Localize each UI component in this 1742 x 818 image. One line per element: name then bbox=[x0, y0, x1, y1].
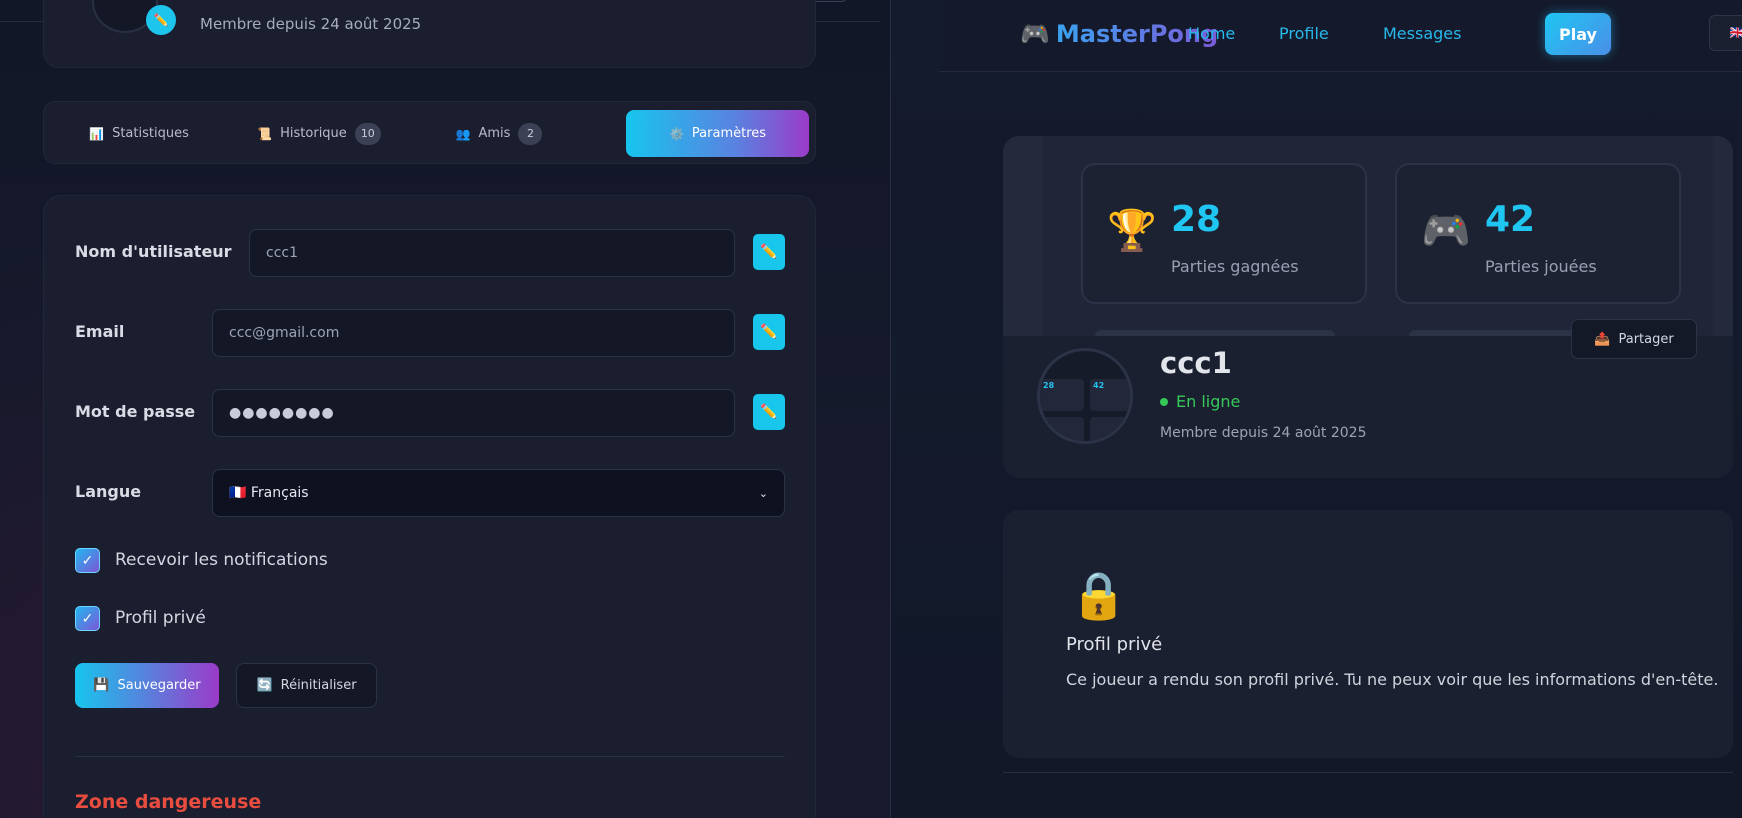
email-field[interactable]: ccc@gmail.com bbox=[212, 309, 735, 357]
edit-username-button[interactable]: ✏️ bbox=[753, 234, 785, 270]
avatar-badge: ✏️ bbox=[146, 5, 176, 35]
password-field[interactable]: ●●●●●●●● bbox=[212, 389, 735, 437]
tab-label: Historique bbox=[280, 126, 347, 141]
profile-card: 🏆 28 Parties gagnées 🎮 42 Parties jouées… bbox=[1003, 136, 1733, 478]
private-profile-notice: 🔒 Profil privé Ce joueur a rendu son pro… bbox=[1003, 510, 1733, 758]
tab-statistics[interactable]: 📊 Statistiques bbox=[54, 110, 224, 157]
save-button[interactable]: 💾 Sauvegarder bbox=[75, 663, 219, 708]
danger-zone-title: Zone dangereuse bbox=[75, 791, 262, 813]
language-select[interactable]: 🇫🇷 Français ⌄ bbox=[212, 469, 785, 517]
profile-username: ccc1 bbox=[1160, 346, 1232, 380]
stat-value: 42 bbox=[1485, 199, 1536, 240]
chart-icon: 📊 bbox=[89, 126, 105, 141]
avatar-thumb-text: 28 bbox=[1043, 381, 1055, 390]
nav-profile[interactable]: Profile bbox=[1279, 24, 1329, 43]
notifications-label: Recevoir les notifications bbox=[115, 550, 328, 570]
username-field[interactable]: ccc1 bbox=[249, 229, 735, 277]
avatar-thumb-text: 42 bbox=[1093, 381, 1105, 390]
divider bbox=[1003, 772, 1733, 773]
private-profile-checkbox[interactable]: ✓ bbox=[75, 606, 100, 631]
private-title: Profil privé bbox=[1066, 634, 1163, 655]
gamepad-icon: 🎮 bbox=[1421, 208, 1471, 254]
profile-tabs: 📊 Statistiques 📜 Historique 10 👥 Amis 2 … bbox=[43, 101, 816, 164]
refresh-icon: 🔄 bbox=[256, 678, 273, 693]
chevron-down-icon: ⌄ bbox=[758, 486, 768, 500]
email-label: Email bbox=[75, 322, 125, 341]
lock-icon: 🔒 bbox=[1070, 568, 1128, 622]
save-label: Sauvegarder bbox=[117, 678, 201, 693]
language-value: 🇫🇷 Français bbox=[229, 485, 309, 501]
settings-form: Nom d'utilisateur ccc1 ✏️ Email ccc@gmai… bbox=[43, 195, 816, 818]
nav-home[interactable]: Home bbox=[1188, 24, 1235, 43]
settings-pane: ✏️ Membre depuis 24 août 2025 📊 Statisti… bbox=[0, 0, 890, 818]
status-text: En ligne bbox=[1176, 392, 1241, 411]
avatar: 28 42 bbox=[1037, 348, 1133, 444]
public-profile-pane: 🎮 MasterPong Home Profile Messages Play … bbox=[891, 0, 1742, 818]
check-icon: ✓ bbox=[81, 610, 94, 627]
tab-label: Paramètres bbox=[691, 126, 767, 141]
gear-icon: ⚙️ bbox=[668, 126, 684, 141]
floppy-icon: 💾 bbox=[93, 678, 110, 693]
count-badge: 10 bbox=[354, 122, 381, 145]
edit-email-button[interactable]: ✏️ bbox=[753, 314, 785, 350]
check-icon: ✓ bbox=[81, 552, 94, 569]
tab-settings[interactable]: ⚙️ Paramètres bbox=[626, 110, 809, 157]
member-since: Membre depuis 24 août 2025 bbox=[200, 15, 422, 33]
stat-card-games: 🎮 42 Parties jouées bbox=[1395, 163, 1681, 304]
language-button[interactable]: 🇬🇧 EN bbox=[1709, 15, 1742, 51]
pencil-icon: ✏️ bbox=[760, 324, 778, 340]
gamepad-icon: 🎮 bbox=[1020, 20, 1050, 48]
profile-banner: 🏆 28 Parties gagnées 🎮 42 Parties jouées bbox=[1003, 136, 1733, 336]
friends-icon: 👥 bbox=[455, 126, 471, 141]
online-status: En ligne bbox=[1160, 392, 1240, 411]
stat-value: 28 bbox=[1171, 199, 1222, 240]
reset-label: Réinitialiser bbox=[280, 678, 357, 693]
username-label: Nom d'utilisateur bbox=[75, 242, 232, 261]
trophy-icon: 🏆 bbox=[1107, 208, 1157, 254]
language-label: Langue bbox=[75, 482, 142, 501]
stat-label: Parties jouées bbox=[1485, 257, 1597, 276]
share-icon: 📤 bbox=[1594, 331, 1611, 347]
share-button[interactable]: 📤 Partager bbox=[1571, 319, 1697, 359]
edit-password-button[interactable]: ✏️ bbox=[753, 394, 785, 430]
count-badge: 2 bbox=[518, 122, 543, 145]
tab-label: Amis bbox=[478, 126, 511, 141]
tab-label: Statistiques bbox=[112, 126, 189, 141]
profile-header-card: ✏️ Membre depuis 24 août 2025 bbox=[43, 0, 816, 68]
navbar: 🎮 MasterPong Home Profile Messages Play … bbox=[939, 0, 1742, 72]
password-label: Mot de passe bbox=[75, 402, 196, 421]
notifications-checkbox[interactable]: ✓ bbox=[75, 548, 100, 573]
private-profile-label: Profil privé bbox=[115, 608, 206, 628]
status-dot-icon bbox=[1160, 397, 1168, 406]
nav-messages[interactable]: Messages bbox=[1383, 24, 1461, 43]
pencil-icon: ✏️ bbox=[760, 404, 778, 420]
pencil-icon: ✏️ bbox=[760, 244, 778, 260]
share-label: Partager bbox=[1618, 331, 1674, 347]
stat-card-wins: 🏆 28 Parties gagnées bbox=[1081, 163, 1367, 304]
stat-label: Parties gagnées bbox=[1171, 257, 1299, 276]
private-description: Ce joueur a rendu son profil privé. Tu n… bbox=[1066, 670, 1719, 689]
tab-history[interactable]: 📜 Historique 10 bbox=[234, 110, 404, 157]
member-since: Membre depuis 24 août 2025 bbox=[1160, 425, 1367, 441]
divider bbox=[75, 756, 785, 757]
tab-friends[interactable]: 👥 Amis 2 bbox=[414, 110, 584, 157]
reset-button[interactable]: 🔄 Réinitialiser bbox=[236, 663, 377, 708]
play-button[interactable]: Play bbox=[1545, 13, 1611, 55]
scroll-icon: 📜 bbox=[257, 126, 273, 141]
